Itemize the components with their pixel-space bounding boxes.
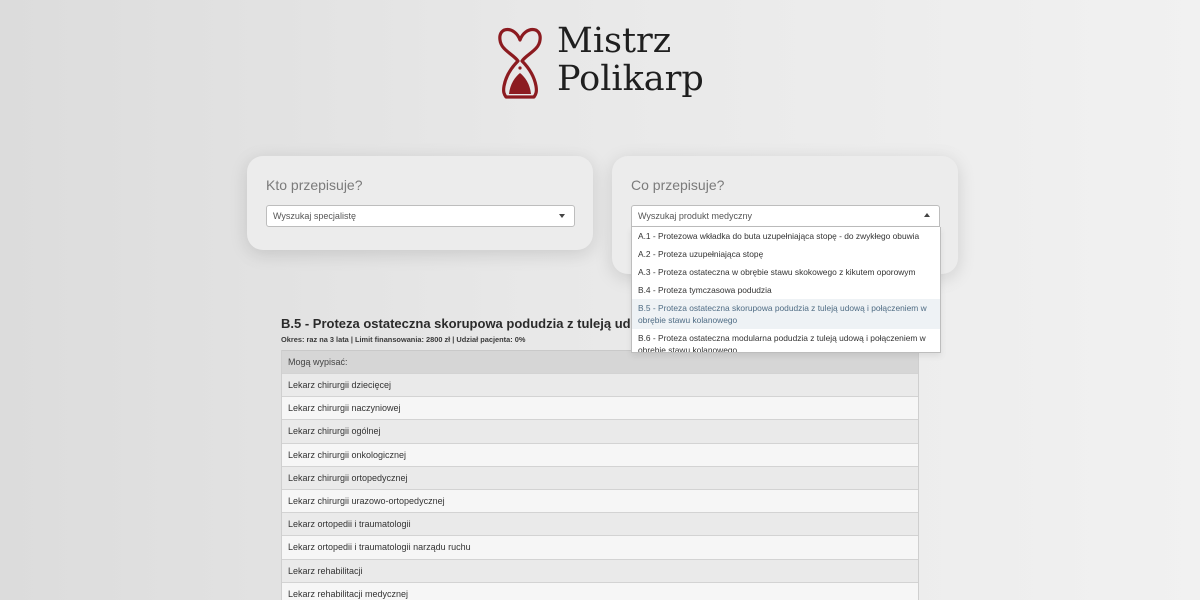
- what-prescribes-title: Co przepisuje?: [631, 177, 725, 193]
- table-row: Lekarz ortopedii i traumatologii: [282, 512, 918, 536]
- logo[interactable]: Mistrz Polikarp: [495, 20, 704, 102]
- result-meta: Okres: raz na 3 lata | Limit finansowani…: [281, 335, 526, 344]
- table-row: Lekarz rehabilitacji medycznej: [282, 581, 918, 600]
- logo-line-2: Polikarp: [557, 59, 704, 99]
- prescribers-table: Mogą wypisać: Lekarz chirurgii dziecięce…: [281, 350, 919, 600]
- table-row: Lekarz chirurgii urazowo-ortopedycznej: [282, 488, 918, 513]
- caret-up-icon: [924, 213, 930, 217]
- table-row: Lekarz chirurgii naczyniowej: [282, 396, 918, 420]
- dropdown-option-highlighted[interactable]: B.5 - Proteza ostateczna skorupowa podud…: [632, 299, 940, 329]
- dropdown-option[interactable]: A.3 - Proteza ostateczna w obrębie stawu…: [632, 263, 940, 281]
- table-row: Lekarz ortopedii i traumatologii narządu…: [282, 535, 918, 559]
- logo-text: Mistrz Polikarp: [557, 22, 704, 98]
- table-row: Lekarz chirurgii dziecięcej: [282, 373, 918, 397]
- specialist-select-placeholder: Wyszukaj specjalistę: [273, 211, 356, 221]
- dropdown-option[interactable]: B.4 - Proteza tymczasowa podudzia: [632, 281, 940, 299]
- product-dropdown-list[interactable]: A.1 - Protezowa wkładka do buta uzupełni…: [631, 227, 941, 353]
- logo-line-1: Mistrz: [557, 21, 672, 61]
- product-select-placeholder: Wyszukaj produkt medyczny: [638, 211, 752, 221]
- dropdown-option[interactable]: A.2 - Proteza uzupełniająca stopę: [632, 245, 940, 263]
- dropdown-option[interactable]: A.1 - Protezowa wkładka do buta uzupełni…: [632, 227, 940, 245]
- dropdown-option[interactable]: B.6 - Proteza ostateczna modularna podud…: [632, 329, 940, 352]
- who-prescribes-title: Kto przepisuje?: [266, 177, 363, 193]
- who-prescribes-card: Kto przepisuje? Wyszukaj specjalistę: [247, 156, 593, 250]
- table-row: Lekarz chirurgii ortopedycznej: [282, 465, 918, 489]
- hourglass-heart-icon: [498, 27, 542, 99]
- table-row: Lekarz chirurgii onkologicznej: [282, 442, 918, 466]
- table-header: Mogą wypisać:: [282, 350, 918, 373]
- table-row: Lekarz chirurgii ogólnej: [282, 419, 918, 443]
- product-select[interactable]: Wyszukaj produkt medyczny: [631, 205, 940, 227]
- specialist-select[interactable]: Wyszukaj specjalistę: [266, 205, 575, 227]
- caret-down-icon: [559, 214, 565, 218]
- table-row: Lekarz rehabilitacji: [282, 558, 918, 582]
- result-title: B.5 - Proteza ostateczna skorupowa podud…: [281, 316, 641, 331]
